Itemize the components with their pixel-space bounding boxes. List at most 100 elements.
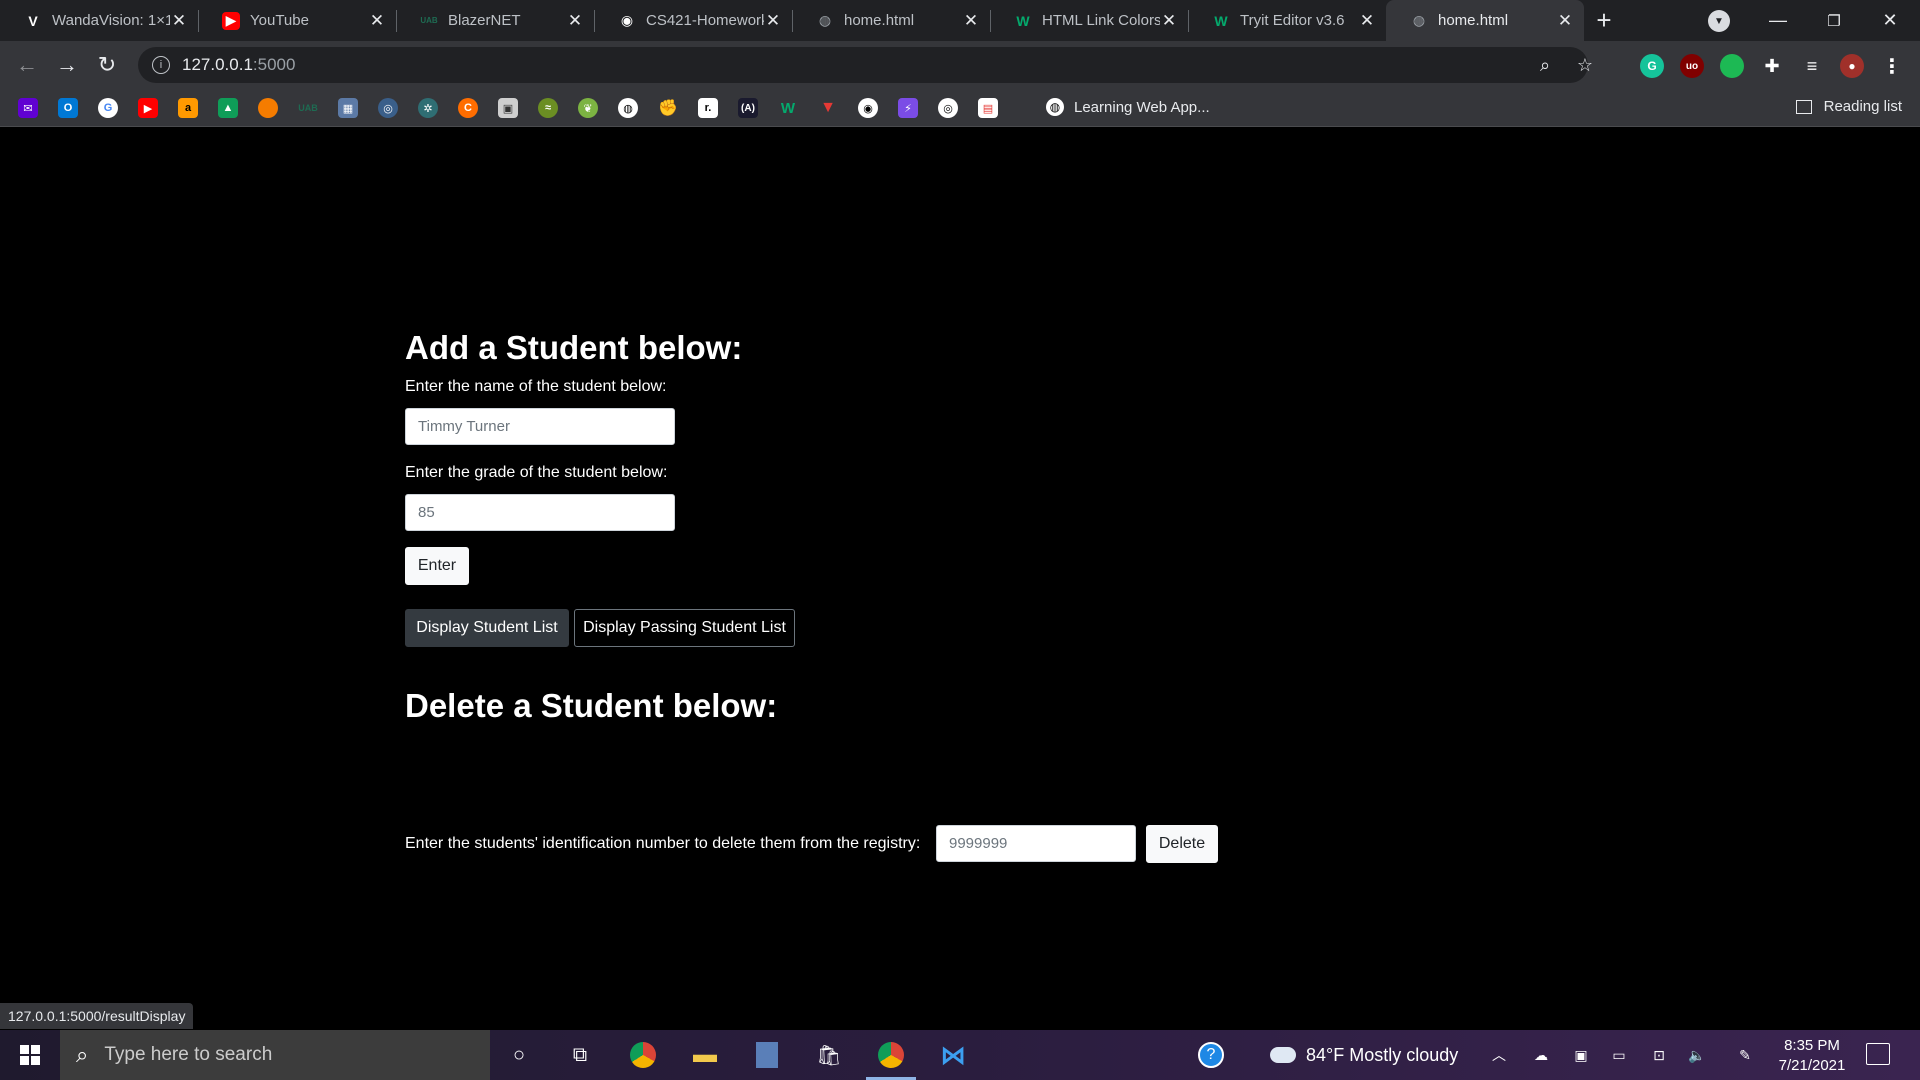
ublock-extension-icon[interactable]: uo	[1680, 54, 1704, 78]
green-extension-icon[interactable]	[1720, 54, 1744, 78]
chrome-menu-icon[interactable]: ⋮	[1880, 54, 1904, 78]
bookmark-star-icon[interactable]: ☆	[1570, 47, 1600, 83]
display-passing-student-list-button[interactable]: Display Passing Student List	[574, 609, 795, 647]
crunchyroll-bookmark-icon[interactable]: C	[458, 98, 478, 118]
github-bookmark-icon[interactable]: ◉	[858, 98, 878, 118]
student-name-input[interactable]: Timmy Turner	[405, 408, 675, 445]
orange-bookmark-icon[interactable]	[258, 98, 278, 118]
amazon-bookmark-icon[interactable]: a	[178, 98, 198, 118]
folder-bookmark-icon[interactable]: ▣	[498, 98, 518, 118]
circle-bookmark-icon[interactable]: ◎	[378, 98, 398, 118]
uab-bookmark-icon[interactable]: UAB	[298, 98, 318, 118]
tab-search-icon[interactable]: ▼	[1708, 10, 1730, 32]
calendar-bookmark-icon[interactable]: ▤	[978, 98, 998, 118]
grammarly-extension-icon[interactable]: G	[1640, 54, 1664, 78]
tab-title: YouTube	[250, 12, 309, 29]
battery-icon[interactable]: ▭	[1608, 1045, 1630, 1065]
tab-8[interactable]: ◍ home.html ✕	[1386, 0, 1584, 41]
target-bookmark-icon[interactable]: ◎	[938, 98, 958, 118]
pen-icon[interactable]: ✎	[1734, 1045, 1756, 1065]
v-bookmark-icon[interactable]: ▼	[818, 98, 838, 118]
tab-2[interactable]: ▶ YouTube ✕	[198, 0, 396, 41]
windows-logo-icon	[20, 1045, 40, 1065]
file-explorer-icon[interactable]: ▬	[688, 1038, 722, 1072]
chrome-taskbar-icon[interactable]	[626, 1038, 660, 1072]
tab-close-icon[interactable]: ✕	[566, 11, 584, 31]
r-bookmark-icon[interactable]: r.	[698, 98, 718, 118]
tab-close-icon[interactable]: ✕	[962, 11, 980, 31]
display-student-list-button[interactable]: Display Student List	[405, 609, 569, 647]
a-bookmark-icon[interactable]: (A)	[738, 98, 758, 118]
yahoo-mail-bookmark-icon[interactable]: ✉	[18, 98, 38, 118]
help-icon[interactable]: ?	[1194, 1038, 1228, 1072]
tab-3[interactable]: UAB BlazerNET ✕	[396, 0, 594, 41]
tab-1[interactable]: V WandaVision: 1×1 ✕	[0, 0, 198, 41]
w3schools-bookmark-icon[interactable]: W	[778, 98, 798, 118]
bolt-bookmark-icon[interactable]: ⚡	[898, 98, 918, 118]
student-id-input[interactable]: 9999999	[936, 825, 1136, 862]
network-icon[interactable]: ⊡	[1648, 1045, 1670, 1065]
tab-close-icon[interactable]: ✕	[764, 11, 782, 31]
learning-web-app-bookmark[interactable]: ◍ Learning Web App...	[1046, 98, 1210, 116]
python-bookmark-icon[interactable]: ≈	[538, 98, 558, 118]
restore-button[interactable]: ❐	[1806, 0, 1862, 41]
outlook-bookmark-icon[interactable]: O	[58, 98, 78, 118]
clock-date: 7/21/2021	[1778, 1057, 1846, 1074]
site-info-icon[interactable]: i	[152, 56, 170, 74]
reload-button[interactable]: ↻	[92, 50, 122, 80]
start-button[interactable]	[0, 1030, 60, 1080]
tab-close-icon[interactable]: ✕	[170, 11, 188, 31]
weather-text: 84°F Mostly cloudy	[1306, 1044, 1459, 1065]
tab-close-icon[interactable]: ✕	[1358, 11, 1376, 31]
media-control-icon[interactable]: ≡	[1800, 54, 1824, 78]
show-hidden-icons-chevron-icon[interactable]: ︿	[1488, 1045, 1510, 1065]
meet-now-icon[interactable]: ▣	[1570, 1045, 1592, 1065]
address-host: 127.0.0.1	[182, 55, 253, 74]
taskbar-search-box[interactable]: ⌕ Type here to search	[60, 1030, 490, 1080]
tab-title: home.html	[844, 12, 915, 29]
tab-4[interactable]: ◉ CS421-Homework ✕	[594, 0, 792, 41]
enter-button[interactable]: Enter	[405, 547, 469, 585]
chart-bookmark-icon[interactable]: ▦	[338, 98, 358, 118]
onedrive-icon[interactable]: ☁	[1530, 1045, 1552, 1065]
store-icon[interactable]: 🛍	[812, 1038, 846, 1072]
tab-close-icon[interactable]: ✕	[368, 11, 386, 31]
tab-6[interactable]: W HTML Link Colors ✕	[990, 0, 1188, 41]
vscode-icon[interactable]: ⋈	[936, 1038, 970, 1072]
back-button[interactable]: ←	[12, 50, 42, 80]
weather-widget[interactable]: 84°F Mostly cloudy	[1270, 1030, 1458, 1080]
cortana-icon[interactable]: ○	[502, 1038, 536, 1072]
arm-bookmark-icon[interactable]: ✊	[658, 98, 678, 118]
reading-list-icon	[1795, 99, 1812, 114]
student-grade-input[interactable]: 85	[405, 494, 675, 531]
tab-close-icon[interactable]: ✕	[1556, 11, 1574, 31]
drive-bookmark-icon[interactable]: ▲	[218, 98, 238, 118]
delete-button[interactable]: Delete	[1146, 825, 1218, 863]
leaf-bookmark-icon[interactable]: ❦	[578, 98, 598, 118]
address-bar[interactable]: i 127.0.0.1:5000 ⌕ ☆	[138, 47, 1593, 83]
notification-center-icon[interactable]	[1866, 1043, 1890, 1065]
openai-bookmark-icon[interactable]: ✲	[418, 98, 438, 118]
new-tab-button[interactable]: +	[1584, 0, 1624, 41]
task-view-icon[interactable]: ⧉	[563, 1038, 597, 1072]
search-placeholder: Type here to search	[104, 1044, 273, 1065]
google-bookmark-icon[interactable]: G	[98, 98, 118, 118]
extensions-puzzle-icon[interactable]: ✚	[1760, 54, 1784, 78]
close-window-button[interactable]: ✕	[1862, 0, 1918, 41]
youtube-bookmark-icon[interactable]: ▶	[138, 98, 158, 118]
forward-button[interactable]: →	[52, 50, 82, 80]
tab-5[interactable]: ◍ home.html ✕	[792, 0, 990, 41]
zoom-icon[interactable]: ⌕	[1530, 47, 1560, 83]
minimize-button[interactable]: —	[1750, 0, 1806, 41]
search-icon: ⌕	[76, 1042, 89, 1067]
globe-bookmark-icon[interactable]: ◍	[618, 98, 638, 118]
reading-list-button[interactable]: Reading list	[1795, 98, 1902, 115]
browser-toolbar: ← → ↻ i 127.0.0.1:5000 ⌕ ☆ G uo ✚ ≡ ● ⋮	[0, 41, 1920, 89]
calculator-icon[interactable]	[750, 1038, 784, 1072]
taskbar-clock[interactable]: 8:35 PM 7/21/2021	[1762, 1036, 1862, 1076]
tab-close-icon[interactable]: ✕	[1160, 11, 1178, 31]
volume-icon[interactable]: 🔈	[1686, 1045, 1708, 1065]
profile-avatar[interactable]: ●	[1840, 54, 1864, 78]
chrome-active-taskbar-icon[interactable]	[866, 1038, 916, 1080]
tab-7[interactable]: W Tryit Editor v3.6 ✕	[1188, 0, 1386, 41]
